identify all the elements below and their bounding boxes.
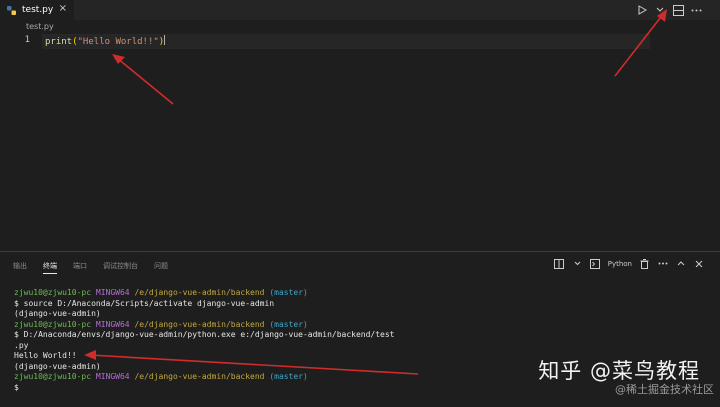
tab-output[interactable]: 输出 [13,261,27,274]
prompt-user: zjwu10@zjwu10-pc [14,319,92,329]
prompt-path: /e/django-vue-admin/backend [134,319,265,329]
terminal-command-line: $ source D:/Anaconda/Scripts/activate dj… [14,298,275,308]
terminal-prompt-line: zjwu10@zjwu10-pc MINGW64 /e/django-vue-a… [14,288,714,299]
tab-bar: test.py × [0,0,720,20]
text-cursor [164,35,166,45]
code-string-token: "Hello World!!" [77,37,159,47]
terminal-command-continuation: .py [14,340,29,350]
code-function-token: print [45,37,73,47]
prompt-branch: (master) [269,288,308,297]
editor-actions [636,3,702,17]
tab-problems[interactable]: 问题 [154,261,168,274]
trash-icon[interactable] [639,258,650,269]
tab-debug-console[interactable]: 调试控制台 [103,261,138,274]
code-line[interactable]: print("Hello World!!") [45,35,166,47]
prompt-user: zjwu10@zjwu10-pc [14,288,92,297]
prompt-host: MINGW64 [95,319,130,329]
prompt-path: /e/django-vue-admin/backend [134,372,265,381]
prompt-user: zjwu10@zjwu10-pc [14,372,92,381]
close-tab-icon[interactable]: × [59,3,67,14]
terminal-prompt-line: zjwu10@zjwu10-pc MINGW64 /e/django-vue-a… [14,320,714,331]
prompt-branch: (master) [269,372,308,381]
terminal-dropdown-chevron-icon[interactable] [572,258,583,269]
terminal-env-line: (django-vue-admin) [14,309,101,318]
watermark-subtext: @稀土掘金技术社区 [615,383,714,396]
maximize-panel-icon[interactable] [675,258,686,269]
split-editor-icon[interactable] [672,4,684,16]
run-python-file-icon[interactable] [636,4,648,16]
prompt-host: MINGW64 [95,288,130,297]
more-actions-icon[interactable] [690,4,702,16]
terminal-shell-label[interactable]: Python [608,260,632,268]
line-number: 1 [24,35,30,45]
tab-ports[interactable]: 端口 [73,261,87,274]
close-panel-icon[interactable] [693,258,704,269]
python-file-icon [7,5,16,15]
prompt-host: MINGW64 [95,372,130,381]
terminal-command-line: $ D:/Anaconda/envs/django-vue-admin/pyth… [14,330,395,339]
split-terminal-icon[interactable] [554,258,565,269]
panel-actions: Python [554,258,704,269]
tab-test-py[interactable]: test.py × [0,0,74,20]
breadcrumb[interactable]: test.py [26,22,54,31]
prompt-path: /e/django-vue-admin/backend [134,288,265,297]
chevron-down-icon[interactable] [654,4,666,16]
breadcrumb-file[interactable]: test.py [26,22,54,31]
tab-terminal[interactable]: 终端 [43,261,57,274]
python-terminal-icon[interactable] [590,258,601,269]
tab-label: test.py [22,5,54,15]
more-actions-icon[interactable] [657,258,668,269]
prompt-branch: (master) [269,319,308,329]
panel-tabs: 输出 终端 端口 调试控制台 问题 [13,261,168,274]
code-editor[interactable]: 1 print("Hello World!!") [0,32,720,252]
